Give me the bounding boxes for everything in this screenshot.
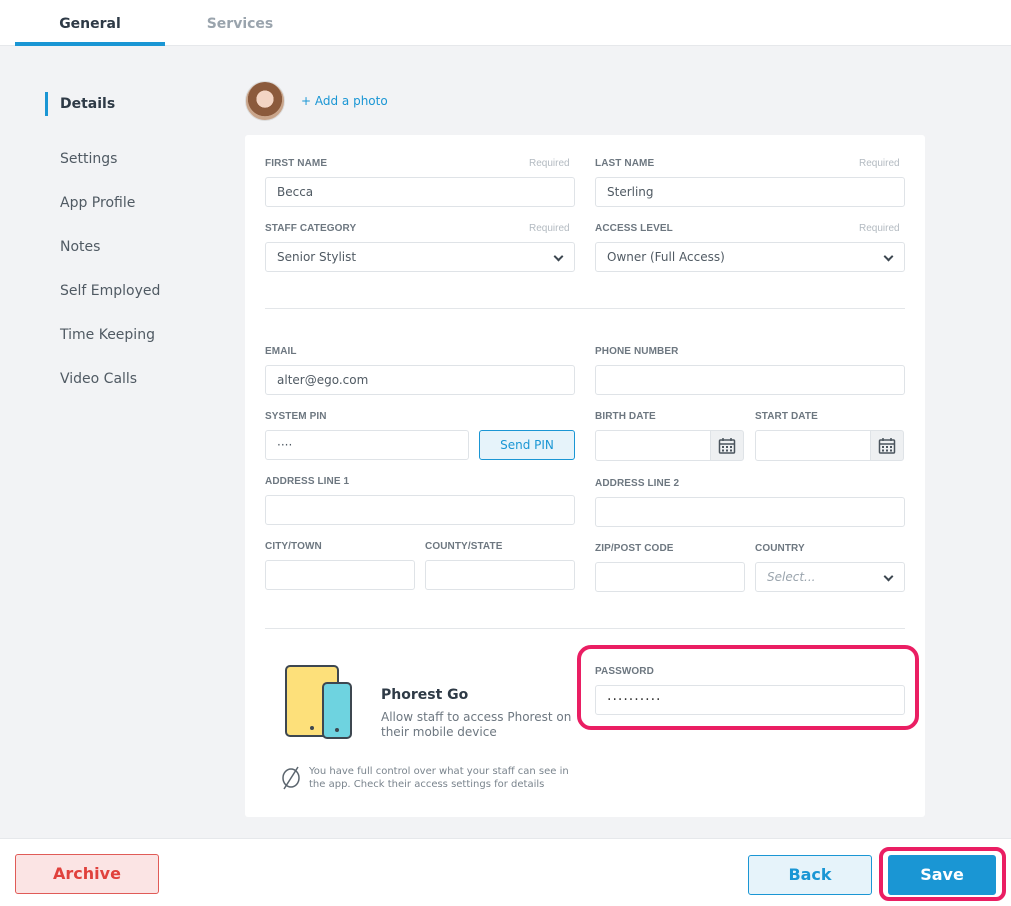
access-level-label: ACCESS LEVEL bbox=[595, 223, 673, 234]
access-level-select[interactable]: Owner (Full Access) bbox=[595, 242, 905, 272]
country-placeholder: Select... bbox=[767, 570, 816, 584]
phorest-go-title: Phorest Go bbox=[381, 687, 469, 703]
staff-category-label: STAFF CATEGORY bbox=[265, 223, 357, 234]
sidebar-item-details[interactable]: Details bbox=[45, 92, 225, 116]
sidebar-item-notes[interactable]: Notes bbox=[45, 224, 225, 268]
address1-label: ADDRESS LINE 1 bbox=[265, 476, 350, 487]
sidebar-item-video-calls[interactable]: Video Calls bbox=[45, 356, 225, 400]
system-pin-input[interactable]: ···· bbox=[265, 430, 469, 460]
access-level-value: Owner (Full Access) bbox=[607, 250, 725, 264]
last-name-required: Required bbox=[859, 158, 900, 169]
mobile-devices-icon bbox=[285, 665, 352, 739]
avatar[interactable] bbox=[245, 81, 285, 121]
privacy-notice-text: You have full control over what your sta… bbox=[309, 766, 569, 790]
start-date-input[interactable] bbox=[755, 430, 871, 461]
save-button[interactable]: Save bbox=[888, 855, 996, 895]
first-name-label: FIRST NAME bbox=[265, 158, 328, 169]
last-name-input[interactable]: Sterling bbox=[595, 177, 905, 207]
address2-input[interactable] bbox=[595, 497, 905, 527]
system-pin-label: SYSTEM PIN bbox=[265, 411, 327, 422]
back-button[interactable]: Back bbox=[748, 855, 872, 895]
divider bbox=[265, 308, 905, 309]
city-input[interactable] bbox=[265, 560, 415, 590]
email-input[interactable]: alter@ego.com bbox=[265, 365, 575, 395]
phone-label: PHONE NUMBER bbox=[595, 346, 679, 357]
county-label: COUNTY/STATE bbox=[425, 541, 503, 552]
first-name-required: Required bbox=[529, 158, 570, 169]
last-name-label: LAST NAME bbox=[595, 158, 655, 169]
email-label: EMAIL bbox=[265, 346, 297, 357]
tab-general[interactable]: General bbox=[15, 0, 165, 46]
country-label: COUNTRY bbox=[755, 543, 805, 554]
birth-date-input[interactable] bbox=[595, 430, 711, 461]
archive-button[interactable]: Archive bbox=[15, 854, 159, 894]
city-label: CITY/TOWN bbox=[265, 541, 322, 552]
zip-input[interactable] bbox=[595, 562, 745, 592]
add-photo-link[interactable]: + Add a photo bbox=[301, 94, 388, 108]
tab-bar: General Services bbox=[0, 0, 1011, 46]
county-input[interactable] bbox=[425, 560, 575, 590]
phone-input[interactable] bbox=[595, 365, 905, 395]
sidebar-item-time-keeping[interactable]: Time Keeping bbox=[45, 312, 225, 356]
birth-date-label: BIRTH DATE bbox=[595, 411, 656, 422]
sidebar-item-self-employed[interactable]: Self Employed bbox=[45, 268, 225, 312]
sidebar-item-app-profile[interactable]: App Profile bbox=[45, 180, 225, 224]
tab-services[interactable]: Services bbox=[165, 0, 315, 46]
address2-label: ADDRESS LINE 2 bbox=[595, 478, 680, 489]
staff-category-select[interactable]: Senior Stylist bbox=[265, 242, 575, 272]
eye-slash-icon bbox=[282, 766, 300, 790]
password-highlight bbox=[577, 645, 919, 730]
start-date-label: START DATE bbox=[755, 411, 818, 422]
divider bbox=[265, 628, 905, 629]
zip-label: ZIP/POST CODE bbox=[595, 543, 674, 554]
calendar-icon[interactable] bbox=[710, 430, 744, 461]
photo-row: + Add a photo bbox=[245, 80, 388, 122]
staff-category-value: Senior Stylist bbox=[277, 250, 357, 264]
send-pin-button[interactable]: Send PIN bbox=[479, 430, 575, 460]
staff-category-required: Required bbox=[529, 223, 570, 234]
access-level-required: Required bbox=[859, 223, 900, 234]
sidebar-item-settings[interactable]: Settings bbox=[45, 136, 225, 180]
calendar-icon[interactable] bbox=[870, 430, 904, 461]
sidebar: Details Settings App Profile Notes Self … bbox=[45, 80, 225, 400]
phorest-go-description: Allow staff to access Phorest on their m… bbox=[381, 710, 572, 739]
footer-bar: Archive Back Save bbox=[0, 838, 1011, 906]
first-name-input[interactable]: Becca bbox=[265, 177, 575, 207]
privacy-notice: You have full control over what your sta… bbox=[281, 765, 579, 791]
country-select[interactable]: Select... bbox=[755, 562, 905, 592]
address1-input[interactable] bbox=[265, 495, 575, 525]
